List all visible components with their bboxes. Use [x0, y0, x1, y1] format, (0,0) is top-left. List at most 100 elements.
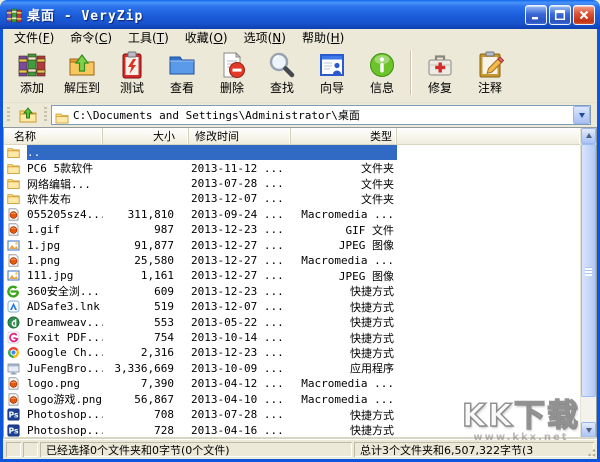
file-row[interactable]: ADSafe3.lnk 519 2013-12-07 ... 快捷方式: [4, 299, 580, 314]
wizard-button[interactable]: 向导: [307, 48, 357, 95]
extract-icon: [66, 49, 98, 81]
view-button[interactable]: 查看: [157, 48, 207, 95]
menu-item-help[interactable]: 帮助(H): [294, 28, 352, 48]
status-panel-disk: [6, 442, 21, 457]
file-size: 754: [154, 331, 174, 345]
toolbar-button-label: 信息: [369, 81, 394, 95]
repair-button[interactable]: 修复: [415, 48, 465, 95]
maximize-button[interactable]: [549, 4, 571, 25]
file-mtime: 2013-12-23 ...: [191, 346, 284, 360]
minimize-button[interactable]: [525, 4, 547, 25]
file-mtime: 2013-12-23 ...: [191, 223, 284, 237]
file-type: 应用程序: [350, 362, 394, 376]
file-row[interactable]: 软件发布 2013-12-07 ... 文件夹: [4, 191, 580, 206]
scroll-thumb[interactable]: [581, 144, 596, 397]
file-name: 1.gif: [27, 223, 61, 237]
flash-file-icon: [7, 223, 24, 236]
delete-button[interactable]: 删除: [207, 48, 257, 95]
adsafe-icon: [7, 300, 24, 313]
flash-file-icon: [7, 208, 24, 221]
vertical-scrollbar[interactable]: [580, 128, 596, 438]
column-header-name[interactable]: 名称: [4, 128, 103, 144]
file-row[interactable]: 055205sz4... 311,810 2013-09-24 ... Macrome…: [4, 207, 580, 222]
svg-text:Ps: Ps: [9, 426, 19, 435]
menu-item-tools[interactable]: 工具(T): [120, 28, 177, 48]
file-size: 519: [154, 300, 174, 314]
title-bar[interactable]: 桌面 - VeryZip: [0, 0, 600, 29]
file-row[interactable]: 111.jpg 1,161 2013-12-27 ... JPEG 图像: [4, 268, 580, 283]
menu-bar: 文件(F) 命令(C) 工具(T) 收藏(O) 选项(N) 帮助(H): [3, 29, 597, 46]
address-combo[interactable]: C:\Documents and Settings\Administrator\…: [51, 104, 591, 125]
file-row[interactable]: logo.png 7,390 2013-04-12 ... Macromedia ..…: [4, 376, 580, 391]
folder-icon: [7, 146, 24, 159]
scroll-down-button[interactable]: [581, 422, 596, 438]
file-mtime: 2013-12-07 ...: [191, 300, 284, 314]
window-title: 桌面 - VeryZip: [27, 9, 144, 24]
file-row[interactable]: 360安全浏... 609 2013-12-23 ... 快捷方式: [4, 284, 580, 299]
file-type: 快捷方式: [350, 331, 394, 345]
file-row[interactable]: 网络编辑... 2013-07-28 ... 文件夹: [4, 176, 580, 191]
resize-grip[interactable]: [584, 445, 597, 458]
list-header: 名称 大小 修改时间 类型: [4, 128, 580, 145]
info-button[interactable]: 信息: [357, 48, 407, 95]
file-mtime: 2013-09-24 ...: [191, 207, 284, 221]
file-mtime: 2013-07-28 ...: [191, 408, 284, 422]
toolbar-button-label: 注释: [477, 81, 502, 95]
column-header-size[interactable]: 大小: [103, 128, 189, 144]
extract-button[interactable]: 解压到: [57, 48, 107, 95]
column-header-filler: [397, 128, 580, 144]
file-type: 文件夹: [361, 162, 394, 176]
file-row[interactable]: Google Ch... 2,316 2013-12-23 ... 快捷方式: [4, 345, 580, 360]
up-folder-button[interactable]: [14, 105, 40, 125]
file-name: 111.jpg: [27, 269, 74, 283]
menu-item-favorites[interactable]: 收藏(O): [177, 28, 236, 48]
file-row[interactable]: Ps Photoshop... 708 2013-07-28 ... 快捷方式: [4, 407, 580, 422]
file-row[interactable]: Dreamweav... 553 2013-05-22 ... 快捷方式: [4, 314, 580, 329]
rebar-grip[interactable]: [7, 106, 10, 123]
file-type: Macromedia ...: [301, 377, 394, 391]
file-type: Macromedia ...: [301, 392, 394, 406]
toolbar-button-label: 查找: [269, 81, 294, 95]
file-size: 91,877: [134, 238, 174, 252]
menu-item-file[interactable]: 文件(F): [6, 28, 62, 48]
address-path[interactable]: C:\Documents and Settings\Administrator\…: [69, 107, 573, 123]
scroll-up-button[interactable]: [581, 128, 596, 144]
file-row[interactable]: Foxit PDF... 754 2013-10-14 ... 快捷方式: [4, 330, 580, 345]
add-button[interactable]: 添加: [7, 48, 57, 95]
comment-button[interactable]: 注释: [465, 48, 515, 95]
column-header-type[interactable]: 类型: [291, 128, 397, 144]
address-dropdown-button[interactable]: [573, 105, 590, 124]
file-row[interactable]: Ps Photoshop... 728 2013-04-16 ... 快捷方式: [4, 422, 580, 437]
file-mtime: 2013-04-16 ...: [191, 423, 284, 437]
file-row[interactable]: ..: [4, 145, 580, 161]
file-row[interactable]: 1.png 25,580 2013-12-27 ... Macromedia ...: [4, 253, 580, 268]
file-name: Photoshop...: [27, 408, 103, 422]
file-row[interactable]: PC6 5款软件 2013-11-12 ... 文件夹: [4, 160, 580, 175]
file-row[interactable]: JuFengBro... 3,336,669 2013-10-09 ... 应用程序: [4, 361, 580, 376]
menu-item-command[interactable]: 命令(C): [62, 28, 120, 48]
scroll-track[interactable]: [581, 144, 596, 422]
repair-icon: [424, 49, 456, 81]
file-mtime: 2013-10-09 ...: [191, 361, 284, 375]
file-size: 708: [154, 408, 174, 422]
test-button[interactable]: 测试: [107, 48, 157, 95]
menu-item-options[interactable]: 选项(N): [236, 28, 294, 48]
file-row[interactable]: 1.jpg 91,877 2013-12-27 ... JPEG 图像: [4, 237, 580, 252]
photoshop-icon: Ps: [7, 423, 24, 437]
file-mtime: 2013-12-27 ...: [191, 238, 284, 252]
toolbar-button-label: 添加: [19, 81, 44, 95]
rebar-grip[interactable]: [44, 106, 47, 123]
file-mtime: 2013-11-12 ...: [191, 161, 284, 175]
file-row[interactable]: 1.gif 987 2013-12-23 ... GIF 文件: [4, 222, 580, 237]
file-size: 7,390: [140, 377, 174, 391]
folder-icon: [7, 192, 24, 205]
file-row[interactable]: logo游戏.png 56,867 2013-04-10 ... Macromedia…: [4, 392, 580, 407]
file-size: 56,867: [134, 392, 174, 406]
file-name: PC6 5款软件: [27, 162, 94, 176]
close-button[interactable]: [573, 4, 595, 25]
column-header-mtime[interactable]: 修改时间: [189, 128, 291, 144]
chevron-down-icon: [585, 428, 592, 436]
toolbar-button-label: 查看: [169, 81, 194, 95]
toolbar-button-label: 测试: [119, 81, 144, 95]
find-button[interactable]: 查找: [257, 48, 307, 95]
